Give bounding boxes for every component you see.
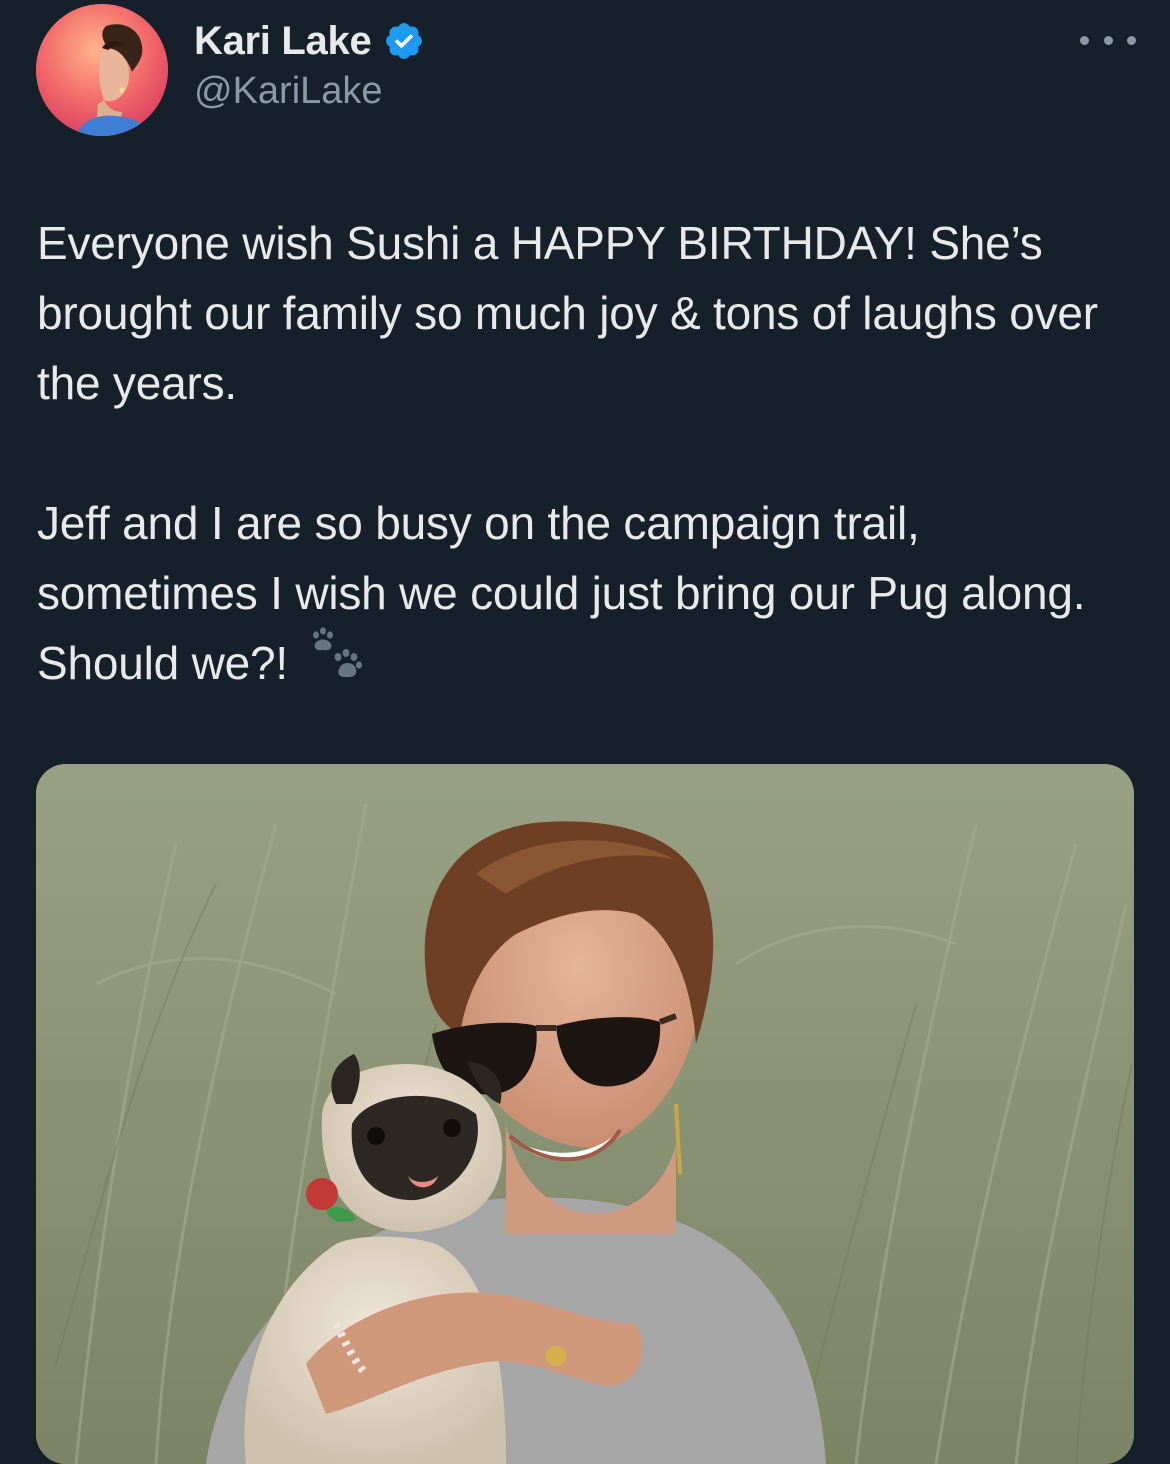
tweet-paragraph: Jeff and I are so busy on the campaign t… — [37, 488, 1147, 698]
tweet-paragraph-text: Everyone wish Sushi a HAPPY BIRTHDAY! Sh… — [37, 217, 1098, 409]
tweet-paragraph: Everyone wish Sushi a HAPPY BIRTHDAY! Sh… — [37, 208, 1147, 418]
author-display-name[interactable]: Kari Lake — [194, 19, 372, 64]
tweet-paragraph-text: Jeff and I are so busy on the campaign t… — [37, 497, 1086, 689]
verified-badge-icon — [386, 23, 423, 59]
author-avatar[interactable] — [36, 4, 168, 136]
more-dot — [1080, 35, 1089, 45]
more-dot — [1127, 35, 1136, 45]
tweet-text: Everyone wish Sushi a HAPPY BIRTHDAY! Sh… — [37, 208, 1147, 698]
tweet-header: Kari Lake @KariLake — [0, 0, 1170, 150]
author-handle[interactable]: @KariLake — [194, 70, 383, 113]
paw-prints-icon — [312, 627, 362, 678]
more-dot — [1103, 35, 1113, 45]
photo-woman-holding-pug — [36, 764, 1134, 1464]
author-name-row: Kari Lake — [194, 14, 425, 68]
tweet-photo[interactable] — [36, 764, 1134, 1464]
more-options-icon[interactable] — [1080, 22, 1136, 58]
avatar-portrait-icon — [36, 4, 168, 136]
